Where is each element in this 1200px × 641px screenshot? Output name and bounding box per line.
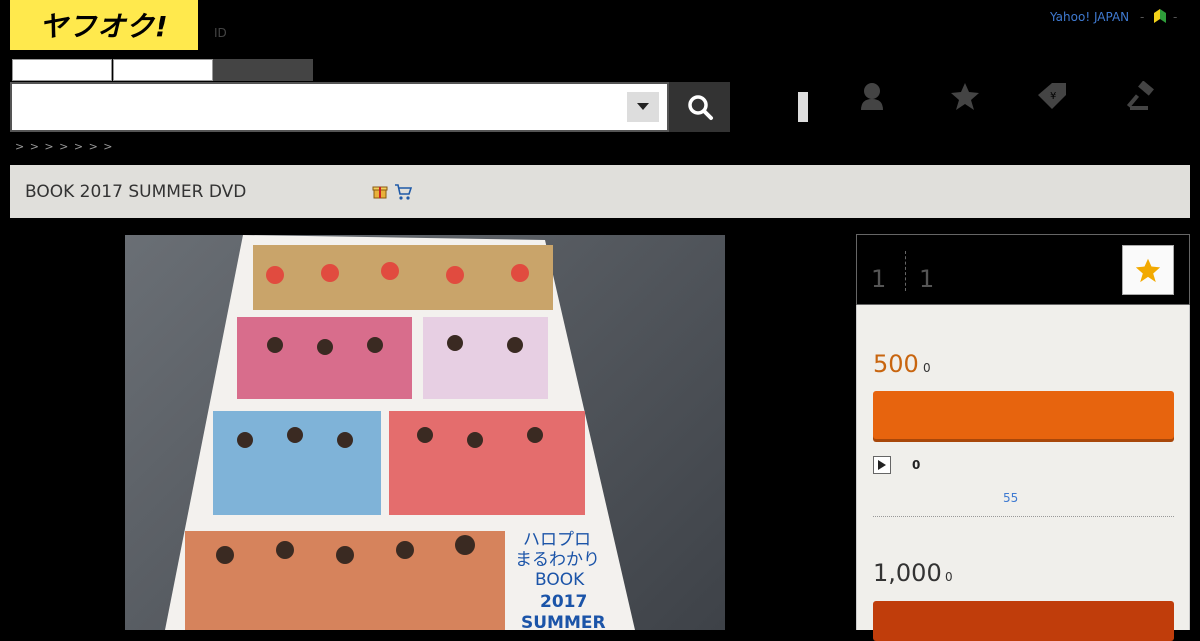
current-price: 500 — [873, 350, 919, 378]
buyout-price-tax: 0 — [945, 570, 953, 584]
search-tab-2[interactable] — [113, 59, 213, 81]
buyout-button[interactable] — [873, 601, 1174, 641]
svg-text:SUMMER: SUMMER — [521, 613, 606, 630]
watch-button[interactable] — [1122, 245, 1174, 295]
bid-button[interactable] — [873, 391, 1174, 439]
search-button[interactable] — [669, 82, 730, 132]
item-stats-panel: 1 1 — [856, 234, 1190, 305]
buyout-price: 1,000 — [873, 559, 942, 587]
watch-count: 1 — [871, 265, 887, 293]
item-main-image[interactable]: ハロプロ まるわかり BOOK 2017 SUMMER — [125, 235, 725, 630]
header-separator: - — [1140, 10, 1145, 24]
item-title-bar: BOOK 2017 SUMMER DVD — [10, 165, 1190, 218]
current-price-tax: 0 — [923, 361, 931, 375]
yahoo-japan-link[interactable]: Yahoo! JAPAN — [1050, 10, 1129, 24]
gavel-icon — [1127, 81, 1154, 110]
header-separator-2: - — [1173, 10, 1178, 24]
star-icon — [951, 83, 979, 110]
id-label[interactable]: ID — [214, 26, 227, 40]
cart-icon — [394, 183, 413, 201]
search-tab-1[interactable] — [12, 59, 112, 81]
play-button[interactable] — [873, 456, 891, 474]
stats-divider — [905, 251, 906, 291]
beginner-mark-icon[interactable] — [1152, 8, 1168, 24]
time-left[interactable]: 55 — [1003, 491, 1018, 505]
nav-auction-button[interactable] — [1126, 80, 1158, 112]
search-input[interactable] — [18, 92, 622, 124]
svg-text:ハロプロ: ハロプロ — [523, 530, 591, 550]
search-icon — [687, 95, 713, 120]
breadcrumb[interactable]: > > > > > > > — [15, 140, 114, 153]
logo-text: ヤフオク! — [39, 10, 169, 43]
nav-watchlist-button[interactable] — [949, 80, 981, 112]
panel-divider — [873, 516, 1174, 517]
nav-indicator — [798, 92, 808, 122]
user-icon — [861, 83, 883, 110]
svg-text:まるわかり: まるわかり — [515, 550, 600, 570]
search-tab-3[interactable] — [213, 59, 313, 81]
bids-count: 0 — [912, 458, 921, 472]
star-icon — [1135, 258, 1161, 283]
yahoo-auction-logo[interactable]: ヤフオク! — [10, 0, 198, 50]
search-box — [10, 82, 669, 132]
svg-text:¥: ¥ — [1050, 91, 1056, 102]
access-count: 1 — [919, 265, 935, 293]
category-dropdown[interactable] — [627, 92, 659, 122]
tag-icon: ¥ — [1038, 83, 1066, 109]
price-panel: 500 0 0 55 1,000 0 — [856, 305, 1190, 641]
svg-text:BOOK: BOOK — [535, 570, 585, 590]
play-icon — [878, 460, 886, 470]
gift-icon — [372, 183, 388, 199]
chevron-down-icon — [637, 103, 649, 110]
nav-user-button[interactable] — [856, 80, 888, 112]
item-title: BOOK 2017 SUMMER DVD — [25, 182, 247, 202]
nav-sell-button[interactable]: ¥ — [1036, 80, 1068, 112]
svg-text:2017: 2017 — [540, 592, 587, 612]
